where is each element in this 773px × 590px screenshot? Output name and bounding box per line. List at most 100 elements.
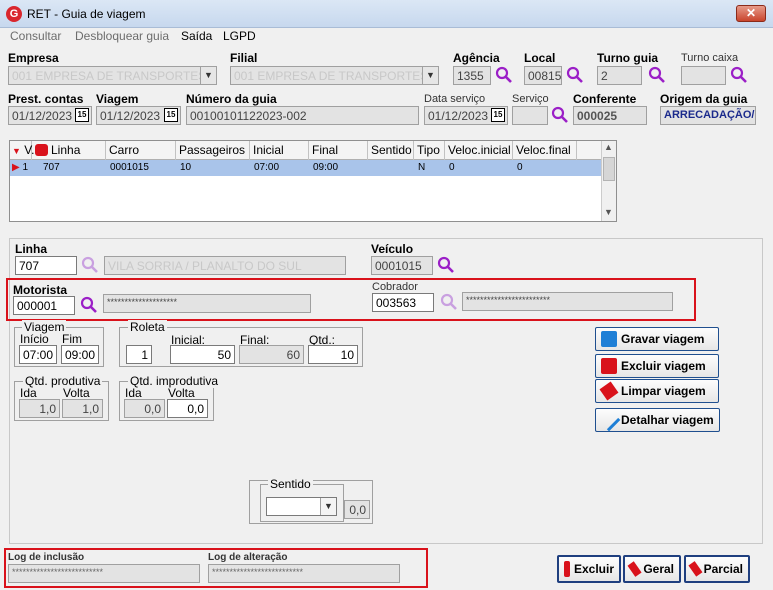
grid-col-passageiros[interactable]: Passageiros [176,141,250,160]
excluir-button[interactable]: Excluir [557,555,621,583]
search-icon[interactable] [440,293,458,311]
menu-consultar[interactable]: Consultar [10,29,61,43]
menu-saida[interactable]: Saída [181,29,212,43]
empresa-label: Empresa [8,51,59,65]
row-linha: 707 [43,162,60,173]
roleta-final-field[interactable]: 60 [239,345,304,364]
qtd-improd-volta-label: Volta [168,386,195,400]
search-icon[interactable] [566,66,584,84]
grid-scrollbar[interactable]: ▲ ▼ [601,141,616,221]
numero-guia-field[interactable]: 00100101122023-002 [186,106,419,125]
conferente-field[interactable]: 000025 [573,106,647,125]
chevron-down-icon[interactable]: ▼ [422,67,438,84]
chevron-down-icon[interactable]: ▼ [200,67,216,84]
table-row[interactable]: ▶ 1 707 0001015 10 07:00 09:00 N 0 0 [10,160,602,176]
turno-caixa-field[interactable] [681,66,726,85]
grid-col-final[interactable]: Final [309,141,368,160]
motorista-label: Motorista [13,283,67,297]
row-indicator-icon: ▶ [12,162,20,173]
search-icon[interactable] [495,66,513,84]
filial-combo[interactable]: 001 EMPRESA DE TRANSPORTES ▼ [230,66,439,85]
search-icon[interactable] [648,66,666,84]
bus-icon [35,144,48,156]
viagens-grid[interactable]: ▼ V. Linha Carro Passageiros Inicial Fin… [9,140,617,222]
qtd-prod-ida-field[interactable]: 1,0 [19,399,60,418]
roleta-group-title: Roleta [128,320,167,334]
grid-col-veloc-inicial[interactable]: Veloc.inicial [445,141,513,160]
fim-label: Fim [62,332,82,346]
servico-field[interactable] [512,106,548,125]
empresa-value: 001 EMPRESA DE TRANSPORTES [12,69,207,83]
row-tipo: N [418,162,426,173]
grid-col-inicial[interactable]: Inicial [250,141,309,160]
eraser-icon [688,561,703,577]
linha-desc-field: VILA SORRIA / PLANALTO DO SUL [104,256,346,275]
local-label: Local [524,51,556,65]
scroll-down-icon[interactable]: ▼ [604,207,613,217]
grid-col-linha[interactable]: Linha [32,141,106,160]
close-button[interactable]: ✕ [736,5,766,22]
viagem-date-label: Viagem [96,92,139,106]
linha-label: Linha [15,242,47,256]
roleta-inicial-field[interactable]: 50 [170,345,235,364]
save-icon [601,331,617,347]
grid-col-tipo[interactable]: Tipo [414,141,445,160]
pencil-icon [597,408,621,432]
qtd-improd-ida-label: Ida [125,386,142,400]
log-alteracao-field: ************************** [208,564,400,583]
motorista-field[interactable]: 000001 [13,296,75,315]
calendar-icon[interactable]: 15 [491,108,505,122]
qtd-improd-ida-field[interactable]: 0,0 [124,399,165,418]
veiculo-field[interactable]: 0001015 [371,256,433,275]
agencia-field[interactable]: 1355 [453,66,491,85]
servico-label: Serviço [512,93,549,105]
qtd-improd-volta-field[interactable]: 0,0 [167,399,208,418]
log-alteracao-label: Log de alteração [208,552,288,563]
roleta-num-field[interactable]: 1 [126,345,152,364]
inicio-label: Início [20,332,49,346]
veiculo-label: Veículo [371,242,414,256]
trash-icon [564,561,570,577]
calendar-icon[interactable]: 15 [164,108,178,122]
geral-button[interactable]: Geral [623,555,681,583]
search-icon[interactable] [437,256,455,274]
search-icon[interactable] [80,296,98,314]
title-bar: G RET - Guia de viagem ✕ [0,0,773,28]
roleta-qtd-field[interactable]: 10 [308,345,358,364]
excluir-viagem-button[interactable]: Excluir viagem [595,354,719,378]
inicio-field[interactable]: 07:00 [19,345,57,364]
scroll-up-icon[interactable]: ▲ [604,142,613,152]
qtd-prod-ida-label: Ida [20,386,37,400]
turno-guia-field[interactable]: 2 [597,66,642,85]
trash-icon [601,358,617,374]
parcial-button[interactable]: Parcial [684,555,750,583]
menu-lgpd[interactable]: LGPD [223,29,256,43]
fim-field[interactable]: 09:00 [61,345,99,364]
data-servico-label: Data serviço [424,93,486,105]
agencia-label: Agência [453,51,500,65]
window-title: RET - Guia de viagem [27,7,146,21]
conferente-label: Conferente [573,92,637,106]
sentido-select[interactable]: ▼ [266,497,337,516]
gravar-viagem-button[interactable]: Gravar viagem [595,327,719,351]
search-icon[interactable] [730,66,748,84]
calendar-icon[interactable]: 15 [75,108,89,122]
grid-col-carro[interactable]: Carro [106,141,176,160]
grid-col-v[interactable]: ▼ V. [10,141,35,160]
qtd-prod-volta-field[interactable]: 1,0 [62,399,103,418]
local-field[interactable]: 00815 [524,66,562,85]
search-icon[interactable] [551,106,569,124]
chevron-down-icon[interactable]: ▼ [320,498,336,515]
limpar-viagem-button[interactable]: Limpar viagem [595,379,719,403]
sentido-side-field: 0,0 [344,500,370,519]
search-icon[interactable] [81,256,99,274]
empresa-combo[interactable]: 001 EMPRESA DE TRANSPORTES ▼ [8,66,217,85]
detalhar-viagem-button[interactable]: Detalhar viagem [595,408,720,432]
app-logo-icon: G [6,6,22,22]
linha-field[interactable]: 707 [15,256,77,275]
cobrador-field[interactable]: 003563 [372,293,434,312]
scroll-thumb[interactable] [603,157,615,181]
menu-desbloquear-guia[interactable]: Desbloquear guia [75,29,169,43]
grid-col-veloc-final[interactable]: Veloc.final [513,141,577,160]
grid-col-sentido[interactable]: Sentido [368,141,414,160]
